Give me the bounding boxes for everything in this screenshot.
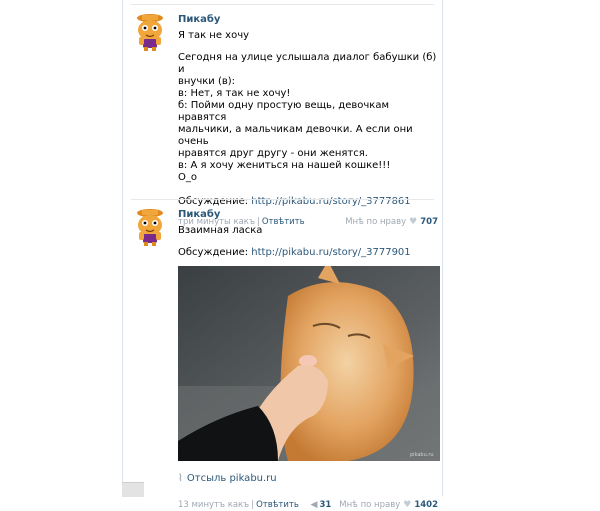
like-label[interactable]: Мнѣ по нраву bbox=[339, 500, 400, 510]
pikabu-avatar-icon[interactable] bbox=[131, 12, 169, 52]
discussion: Обсуждение: http://pikabu.ru/story/_3777… bbox=[178, 247, 438, 259]
discussion-link[interactable]: http://pikabu.ru/story/_3777861 bbox=[251, 196, 410, 207]
post-photo[interactable]: pikabu.ru bbox=[178, 266, 440, 461]
repost-count[interactable]: 31 bbox=[319, 500, 331, 510]
text-line: нравятся друг другу - они женятся. bbox=[178, 148, 368, 159]
post-title: Взаимная ласка bbox=[178, 225, 263, 236]
text-line: б: Пойми одну простую вещь, девочкам нра… bbox=[178, 100, 389, 123]
pikabu-avatar-icon[interactable] bbox=[131, 207, 169, 247]
news-feed: Пикабу Я так не хочу Сегодня на улице ус… bbox=[122, 0, 443, 510]
discussion: Обсуждение: http://pikabu.ru/story/_3777… bbox=[178, 196, 438, 208]
megaphone-icon[interactable]: ◀ bbox=[311, 500, 318, 510]
separator: | bbox=[251, 500, 255, 510]
text-line: внучки (в): bbox=[178, 76, 236, 87]
like-count[interactable]: 1402 bbox=[414, 500, 438, 510]
horizontal-scrollbar[interactable] bbox=[122, 482, 144, 497]
post-meta: 13 минутъ какъ | Отвѣтить ◀ 31 Мнѣ по нраву ♥… bbox=[178, 499, 438, 511]
source-link[interactable]: Отсыль pikabu.ru bbox=[187, 473, 277, 484]
watermark: pikabu.ru bbox=[410, 452, 434, 458]
post-author[interactable]: Пикабу bbox=[178, 209, 438, 221]
text-line: в: Нет, я так не хочу! bbox=[178, 88, 291, 99]
pin-icon: ⌇ bbox=[178, 473, 183, 484]
text-line: О_о bbox=[178, 172, 197, 183]
divider bbox=[131, 4, 434, 5]
post-title: Я так не хочу bbox=[178, 30, 250, 41]
reply-link[interactable]: Отвѣтить bbox=[256, 500, 299, 510]
post-body: Пикабу Я так не хочу Сегодня на улице ус… bbox=[178, 14, 438, 228]
post-body: Пикабу Взаимная ласка Обсуждение: http:/… bbox=[178, 209, 440, 511]
text-line: в: А я хочу жениться на нашей кошке!!! bbox=[178, 160, 391, 171]
post-text: Сегодня на улице услышала диалог бабушки… bbox=[178, 52, 438, 184]
post-time[interactable]: 13 минутъ какъ bbox=[178, 500, 249, 510]
divider bbox=[131, 199, 434, 200]
discussion-label: Обсуждение: bbox=[178, 196, 249, 207]
post-author[interactable]: Пикабу bbox=[178, 14, 438, 26]
discussion-label: Обсуждение: bbox=[178, 247, 249, 258]
text-line: Сегодня на улице услышала диалог бабушки… bbox=[178, 52, 437, 75]
post-source: ⌇ Отсыль pikabu.ru bbox=[178, 473, 277, 485]
text-line: мальчики, а мальчикам девочки. А если он… bbox=[178, 124, 413, 147]
discussion-link[interactable]: http://pikabu.ru/story/_3777901 bbox=[251, 247, 410, 258]
heart-icon[interactable]: ♥ bbox=[403, 500, 411, 510]
actions-area: ◀ 31 Мнѣ по нраву ♥ 1402 bbox=[311, 499, 438, 511]
